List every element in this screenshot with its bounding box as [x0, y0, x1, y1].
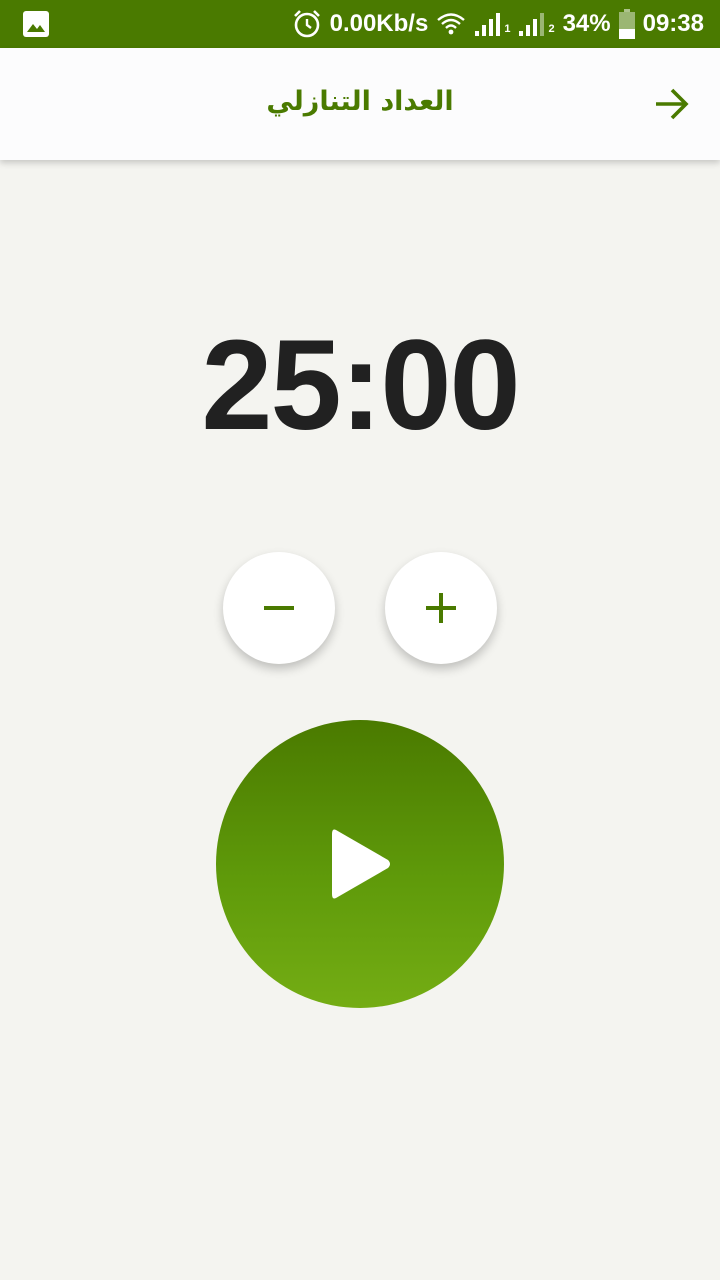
arrow-right-icon: [654, 87, 690, 121]
minus-icon: [263, 604, 295, 612]
battery-icon: [618, 9, 635, 39]
signal-sim1: 1: [474, 11, 510, 37]
decrease-time-button[interactable]: [223, 552, 335, 664]
sim2-label: 2: [548, 23, 555, 35]
signal-icon: [518, 11, 546, 37]
increase-time-button[interactable]: [385, 552, 497, 664]
play-button[interactable]: [216, 720, 504, 1008]
alarm-icon: [292, 9, 322, 39]
back-button[interactable]: [650, 82, 694, 126]
wifi-icon: [436, 11, 466, 37]
status-bar: 0.00Kb/s 1 2 34% 09:38: [0, 0, 720, 48]
timer-display: 25:00: [201, 314, 520, 457]
app-bar: العداد التنازلي: [0, 48, 720, 160]
page-title: العداد التنازلي: [266, 85, 454, 117]
signal-icon: [474, 11, 502, 37]
network-speed: 0.00Kb/s: [329, 10, 429, 37]
signal-sim2: 2: [518, 11, 555, 37]
battery-percent: 34%: [562, 10, 611, 37]
play-icon: [328, 826, 392, 902]
clock: 09:38: [642, 10, 704, 37]
image-icon: [22, 10, 50, 38]
plus-icon: [425, 592, 457, 624]
sim1-label: 1: [504, 23, 511, 35]
